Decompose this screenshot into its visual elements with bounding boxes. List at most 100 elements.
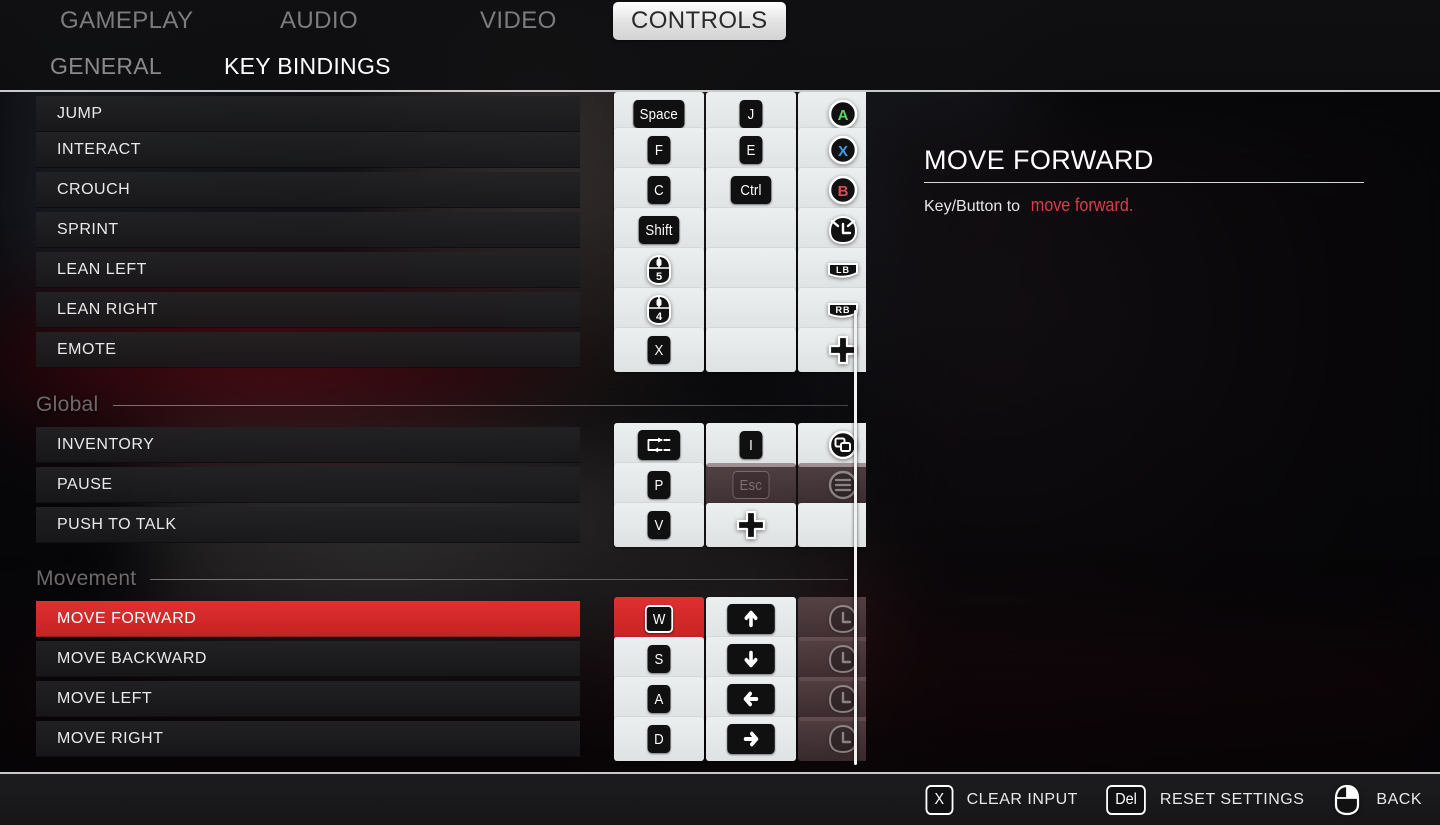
binding-slot-secondary[interactable] bbox=[706, 677, 796, 721]
section-header-movement: Movement bbox=[36, 564, 848, 594]
subtab-general[interactable]: GENERAL bbox=[50, 48, 162, 84]
binding-slot-secondary[interactable] bbox=[706, 717, 796, 761]
binding-slot-primary[interactable]: 4 bbox=[614, 288, 704, 332]
binding-cells: S bbox=[614, 637, 866, 681]
svg-text:A: A bbox=[838, 107, 849, 124]
svg-text:B: B bbox=[838, 183, 849, 200]
tab-label: AUDIO bbox=[280, 7, 359, 34]
binding-action-label: PUSH TO TALK bbox=[36, 507, 580, 543]
binding-action-label: MOVE FORWARD bbox=[36, 601, 580, 637]
binding-action-label: MOVE LEFT bbox=[36, 681, 580, 717]
binding-slot-primary[interactable]: P bbox=[614, 463, 704, 507]
binding-slot-primary[interactable] bbox=[614, 423, 704, 467]
binding-cells: P Esc bbox=[614, 463, 866, 507]
binding-slot-secondary[interactable] bbox=[706, 637, 796, 681]
binding-cells: X bbox=[614, 328, 866, 372]
binding-row[interactable]: PUSH TO TALK V bbox=[36, 503, 866, 547]
binding-slot-secondary[interactable]: Esc bbox=[706, 463, 796, 507]
binding-row[interactable]: JUMP Space J A bbox=[36, 92, 866, 136]
binding-slot-primary[interactable]: D bbox=[614, 717, 704, 761]
gamepad-dpad-icon bbox=[734, 508, 768, 542]
vertical-scrollbar[interactable] bbox=[854, 310, 857, 765]
info-description: Key/Button to move forward. bbox=[924, 195, 1364, 216]
binding-slot-secondary[interactable]: Ctrl bbox=[706, 168, 796, 212]
binding-slot-primary[interactable]: W bbox=[614, 597, 704, 641]
binding-slot-gamepad[interactable]: X bbox=[798, 128, 866, 172]
footer-hint-reset-settings[interactable]: Del RESET SETTINGS bbox=[1104, 784, 1305, 815]
subtab-label: GENERAL bbox=[50, 52, 163, 79]
gamepad-left-stick-click-icon bbox=[826, 213, 860, 247]
binding-row[interactable]: LEAN RIGHT 4 RB bbox=[36, 288, 866, 332]
key-cap: F bbox=[647, 136, 671, 164]
binding-slot-primary[interactable]: X bbox=[614, 328, 704, 372]
binding-slot-secondary[interactable] bbox=[706, 288, 796, 332]
binding-row[interactable]: CROUCH C Ctrl B bbox=[36, 168, 866, 212]
tab-gameplay[interactable]: GAMEPLAY bbox=[42, 2, 211, 40]
settings-header: GAMEPLAY AUDIO VIDEO CONTROLS GENERAL KEY BI… bbox=[0, 0, 1440, 92]
key-bindings-list[interactable]: Global Movement JUMP Space J A INTERACT F E X CROU… bbox=[0, 92, 866, 772]
mouse-right-button-icon bbox=[1330, 783, 1364, 817]
footer-hint-bar: X CLEAR INPUT Del RESET SETTINGS BACK bbox=[0, 774, 1440, 825]
footer-hint-label: CLEAR INPUT bbox=[966, 790, 1078, 808]
binding-slot-primary[interactable]: V bbox=[614, 503, 704, 547]
binding-action-label: PAUSE bbox=[36, 467, 580, 503]
binding-slot-secondary[interactable] bbox=[706, 328, 796, 372]
key-cap: J bbox=[739, 100, 763, 128]
tab-video[interactable]: VIDEO bbox=[462, 2, 575, 40]
svg-text:5: 5 bbox=[656, 271, 662, 283]
binding-slot-primary[interactable]: A bbox=[614, 677, 704, 721]
binding-row[interactable]: MOVE FORWARD W bbox=[36, 597, 866, 641]
binding-cells: F EX bbox=[614, 128, 866, 172]
key-cap: D bbox=[647, 725, 671, 753]
svg-text:RB: RB bbox=[836, 305, 851, 315]
info-desc-emphasis: move forward. bbox=[1030, 195, 1133, 215]
binding-row[interactable]: LEAN LEFT 5 LB bbox=[36, 248, 866, 292]
binding-row[interactable]: MOVE LEFT A bbox=[36, 677, 866, 721]
footer-hint-back[interactable]: BACK bbox=[1330, 783, 1422, 817]
binding-action-label: INTERACT bbox=[36, 132, 580, 168]
key-cap: Esc bbox=[732, 471, 770, 499]
mouse-button-4-icon: 4 bbox=[642, 293, 676, 327]
binding-action-label: MOVE BACKWARD bbox=[36, 641, 580, 677]
binding-slot-primary[interactable]: C bbox=[614, 168, 704, 212]
arrow-down-key-icon bbox=[724, 644, 778, 674]
binding-row[interactable]: MOVE BACKWARD S bbox=[36, 637, 866, 681]
tab-audio[interactable]: AUDIO bbox=[262, 2, 376, 40]
footer-hint-clear-input[interactable]: X CLEAR INPUT bbox=[924, 784, 1078, 815]
binding-slot-secondary[interactable]: E bbox=[706, 128, 796, 172]
binding-slot-secondary[interactable] bbox=[706, 248, 796, 292]
key-cap: X bbox=[647, 336, 671, 364]
binding-row[interactable]: INVENTORY I bbox=[36, 423, 866, 467]
mouse-button-5-icon: 5 bbox=[642, 253, 676, 287]
binding-slot-gamepad[interactable]: LB bbox=[798, 248, 866, 292]
binding-slot-secondary[interactable] bbox=[706, 208, 796, 252]
info-divider bbox=[924, 182, 1364, 183]
key-cap: V bbox=[647, 511, 671, 539]
binding-slot-primary[interactable]: F bbox=[614, 128, 704, 172]
binding-slot-secondary[interactable] bbox=[706, 597, 796, 641]
binding-row[interactable]: INTERACT F E X bbox=[36, 128, 866, 172]
footer-key-cap: Del bbox=[1106, 784, 1146, 815]
arrow-left-key-icon bbox=[724, 684, 778, 714]
binding-slot-secondary[interactable]: I bbox=[706, 423, 796, 467]
binding-slot-primary[interactable]: 5 bbox=[614, 248, 704, 292]
binding-action-label: JUMP bbox=[36, 96, 580, 132]
binding-row[interactable]: EMOTE X bbox=[36, 328, 866, 372]
binding-slot-primary[interactable]: Shift bbox=[614, 208, 704, 252]
section-label: Movement bbox=[36, 567, 137, 590]
binding-row[interactable]: MOVE RIGHT D bbox=[36, 717, 866, 761]
tab-label: CONTROLS bbox=[631, 7, 768, 34]
footer-key-cap: X bbox=[925, 784, 954, 815]
binding-slot-primary[interactable]: S bbox=[614, 637, 704, 681]
section-rule bbox=[150, 578, 848, 580]
subtab-key-bindings[interactable]: KEY BINDINGS bbox=[224, 48, 391, 84]
binding-slot-gamepad[interactable] bbox=[798, 208, 866, 252]
binding-slot-secondary[interactable] bbox=[706, 503, 796, 547]
arrow-up-key-icon bbox=[724, 604, 778, 634]
binding-row[interactable]: SPRINT Shift bbox=[36, 208, 866, 252]
svg-text:4: 4 bbox=[656, 311, 663, 323]
binding-slot-gamepad[interactable]: B bbox=[798, 168, 866, 212]
tab-controls[interactable]: CONTROLS bbox=[613, 2, 786, 40]
tab-label: GAMEPLAY bbox=[60, 7, 194, 34]
binding-row[interactable]: PAUSE P Esc bbox=[36, 463, 866, 507]
